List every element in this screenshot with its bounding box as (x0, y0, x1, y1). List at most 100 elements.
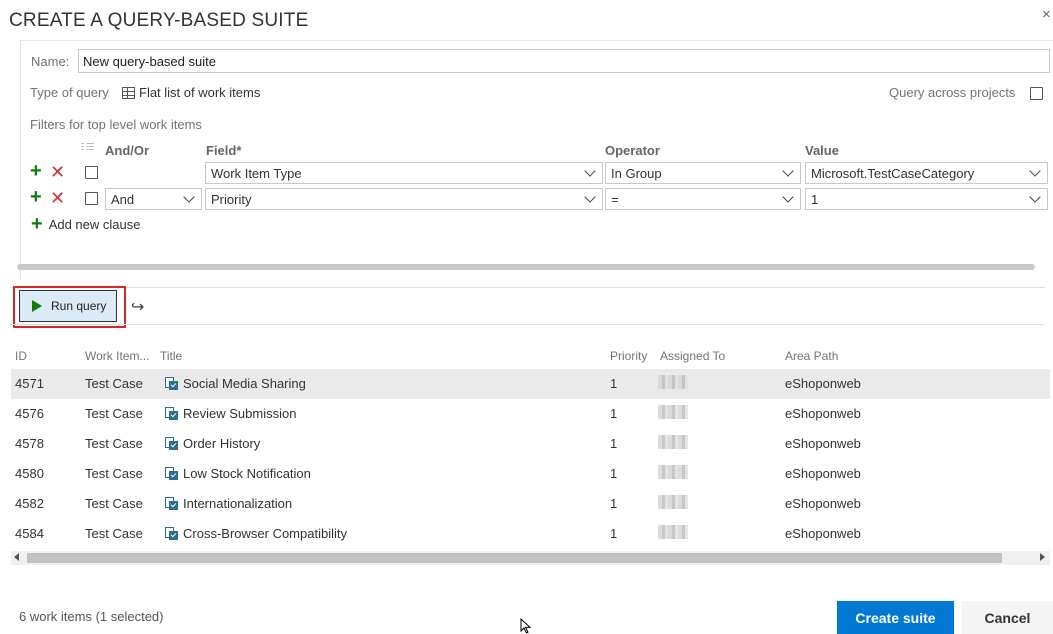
assigned-to-redacted (658, 495, 688, 509)
query-across-projects-label: Query across projects (889, 85, 1016, 100)
add-clause-icon[interactable]: + (30, 161, 42, 181)
header-field: Field* (206, 143, 242, 158)
chevron-down-icon (1029, 191, 1041, 203)
table-row[interactable]: 4580 Test Case Low Stock Notification 1 eSho… (11, 459, 1050, 489)
plus-icon: + (31, 213, 43, 235)
col-header-area-path[interactable]: Area Path (785, 349, 838, 363)
mouse-cursor-icon (520, 618, 532, 634)
clause-select-checkbox[interactable] (85, 192, 98, 205)
scrollbar-thumb[interactable] (27, 553, 1002, 563)
cell-work-item-type: Test Case (85, 436, 143, 451)
field-select[interactable]: Work Item Type (205, 162, 603, 184)
cancel-button[interactable]: Cancel (962, 601, 1053, 634)
divider (10, 287, 1045, 288)
col-header-assigned-to[interactable]: Assigned To (660, 349, 725, 363)
cell-title: Social Media Sharing (183, 376, 306, 391)
chevron-down-icon (782, 191, 794, 203)
table-row[interactable]: 4584 Test Case Cross-Browser Compatibility… (11, 519, 1050, 549)
scroll-right-icon[interactable] (1040, 553, 1045, 561)
table-row[interactable]: 4576 Test Case Review Submission 1 eShoponwe… (11, 399, 1050, 429)
table-row[interactable]: 4582 Test Case Internationalization 1 eShopo… (11, 489, 1050, 519)
cell-id: 4578 (15, 436, 44, 451)
cell-title: Low Stock Notification (183, 466, 311, 481)
field-select-value: Work Item Type (211, 165, 302, 181)
test-case-icon (165, 467, 178, 480)
assigned-to-redacted (658, 435, 688, 449)
cell-id: 4582 (15, 496, 44, 511)
header-andor: And/Or (105, 143, 150, 158)
delete-clause-icon[interactable]: ✕ (50, 189, 65, 207)
results-status: 6 work items (1 selected) (19, 609, 164, 624)
group-clauses-icon[interactable] (81, 143, 94, 154)
assigned-to-redacted (658, 465, 688, 479)
cell-priority: 1 (610, 496, 618, 511)
cell-work-item-type: Test Case (85, 496, 143, 511)
cell-area-path: eShoponweb (785, 376, 861, 391)
scroll-left-icon[interactable] (14, 553, 19, 561)
cell-work-item-type: Test Case (85, 376, 143, 391)
cell-work-item-type: Test Case (85, 466, 143, 481)
assigned-to-redacted (658, 405, 688, 419)
cell-work-item-type: Test Case (85, 526, 143, 541)
field-select-value: Priority (211, 191, 252, 207)
cell-area-path: eShoponweb (785, 496, 861, 511)
cell-priority: 1 (610, 376, 618, 391)
header-operator: Operator (605, 143, 660, 158)
run-query-label: Run query (51, 299, 107, 313)
cell-area-path: eShoponweb (785, 436, 861, 451)
query-type-selector[interactable]: Flat list of work items (122, 85, 260, 100)
cell-id: 4576 (15, 406, 44, 421)
test-case-icon (165, 527, 178, 540)
value-select[interactable]: Microsoft.TestCaseCategory (805, 162, 1048, 184)
delete-clause-icon[interactable]: ✕ (50, 163, 65, 181)
test-case-icon (165, 377, 178, 390)
name-label: Name: (31, 54, 70, 69)
value-select-value: Microsoft.TestCaseCategory (811, 165, 975, 181)
table-row[interactable]: 4578 Test Case Order History 1 eShoponweb (11, 429, 1050, 459)
add-new-clause-label: Add new clause (48, 216, 141, 232)
query-type-value: Flat list of work items (139, 85, 261, 100)
cell-title: Cross-Browser Compatibility (183, 526, 347, 541)
clause-horizontal-scrollbar[interactable] (17, 264, 1035, 270)
andor-select[interactable]: And (105, 188, 202, 210)
andor-select-value: And (111, 191, 135, 207)
filters-label: Filters for top level work items (30, 117, 202, 132)
chevron-down-icon (1029, 165, 1041, 177)
chevron-down-icon (782, 165, 794, 177)
col-header-title[interactable]: Title (160, 349, 182, 363)
col-header-priority[interactable]: Priority (610, 349, 647, 363)
chevron-down-icon (584, 191, 596, 203)
add-new-clause-link[interactable]: + Add new clause (31, 213, 141, 235)
assigned-to-redacted (658, 525, 688, 539)
suite-name-input[interactable] (78, 49, 1050, 73)
cell-priority: 1 (610, 466, 618, 481)
create-suite-button[interactable]: Create suite (837, 601, 954, 634)
redo-icon[interactable]: ↪ (131, 297, 144, 317)
operator-select-value: = (611, 191, 619, 207)
operator-select[interactable]: = (605, 188, 801, 210)
col-header-work-item-type[interactable]: Work Item... (85, 349, 149, 363)
test-case-icon (165, 497, 178, 510)
add-clause-icon[interactable]: + (30, 187, 42, 207)
table-icon (122, 86, 135, 99)
table-row[interactable]: 4571 Test Case Social Media Sharing 1 eShopo… (11, 369, 1050, 399)
clause-select-checkbox[interactable] (85, 166, 98, 179)
cell-area-path: eShoponweb (785, 406, 861, 421)
close-icon[interactable]: × (1042, 7, 1053, 22)
query-across-projects-checkbox[interactable] (1030, 87, 1043, 100)
chevron-down-icon (584, 165, 596, 177)
test-case-icon (165, 437, 178, 450)
field-select[interactable]: Priority (205, 188, 603, 210)
cell-priority: 1 (610, 526, 618, 541)
operator-select[interactable]: In Group (605, 162, 801, 184)
run-query-button[interactable]: Run query (19, 290, 117, 322)
value-select[interactable]: 1 (805, 188, 1048, 210)
test-case-icon (165, 407, 178, 420)
cell-title: Internationalization (183, 496, 293, 511)
cell-priority: 1 (610, 436, 618, 451)
value-select-value: 1 (811, 191, 819, 207)
col-header-id[interactable]: ID (15, 349, 27, 363)
cell-title: Order History (183, 436, 261, 451)
cell-area-path: eShoponweb (785, 526, 861, 541)
chevron-down-icon (183, 191, 195, 203)
